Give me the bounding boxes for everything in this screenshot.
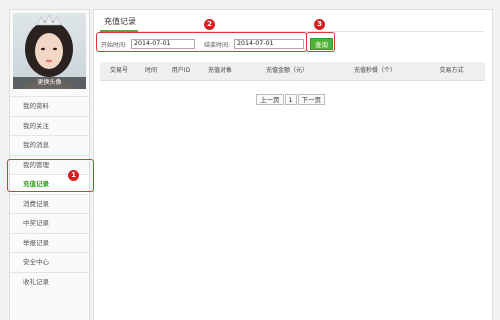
column-header-recharge-target: 充值对象 (207, 67, 232, 74)
avatar[interactable]: 更换头像 (13, 13, 86, 89)
step-badge-1: 1 (68, 170, 79, 181)
next-page-button[interactable]: 下一页 (297, 94, 326, 105)
sidebar-item-report-records[interactable]: 举报记录 (10, 232, 89, 253)
sidebar-item-gift-records[interactable]: 收礼记录 (10, 271, 89, 292)
column-header-payment-method: 交易方式 (439, 67, 464, 74)
sidebar-item-winning-records[interactable]: 中奖记录 (10, 213, 89, 233)
pagination: 上一页 1 下一页 (256, 94, 326, 105)
highlight-box-sidebar (7, 159, 94, 192)
sidebar-item-security-center[interactable]: 安全中心 (10, 252, 89, 272)
column-header-time: 时间 (144, 67, 157, 74)
column-header-user-id: 用户ID (171, 67, 191, 74)
change-avatar-label[interactable]: 更换头像 (13, 77, 86, 89)
sidebar-item-profile[interactable]: 我的资料 (10, 96, 89, 116)
main-panel: 充值记录 开始时间: 结束时间: 查询 交易号 时间 用户ID 充值对象 充值金… (93, 9, 493, 320)
sidebar-item-following[interactable]: 我的关注 (10, 115, 89, 136)
highlight-box-query (306, 32, 335, 52)
step-badge-2: 2 (204, 19, 215, 30)
sidebar-item-messages[interactable]: 我的消息 (10, 135, 89, 155)
column-header-recharge-amount: 充值金额（元） (265, 67, 308, 74)
table-header: 交易号 时间 用户ID 充值对象 充值金额（元） 充值秒餐（个） 交易方式 (100, 62, 485, 81)
prev-page-button[interactable]: 上一页 (256, 94, 284, 105)
sidebar-menu: 我的资料 我的关注 我的消息 我的管理 充值记录 消费记录 中奖记录 举报记录 … (10, 96, 89, 291)
step-badge-3: 3 (314, 19, 325, 30)
highlight-box-date-range (96, 32, 307, 52)
column-header-recharge-quantity: 充值秒餐（个） (353, 67, 396, 74)
page-title: 充值记录 (104, 17, 136, 26)
current-page-number[interactable]: 1 (284, 94, 297, 105)
sidebar-item-consumption-records[interactable]: 消费记录 (10, 193, 89, 214)
column-header-transaction-id: 交易号 (109, 67, 128, 74)
